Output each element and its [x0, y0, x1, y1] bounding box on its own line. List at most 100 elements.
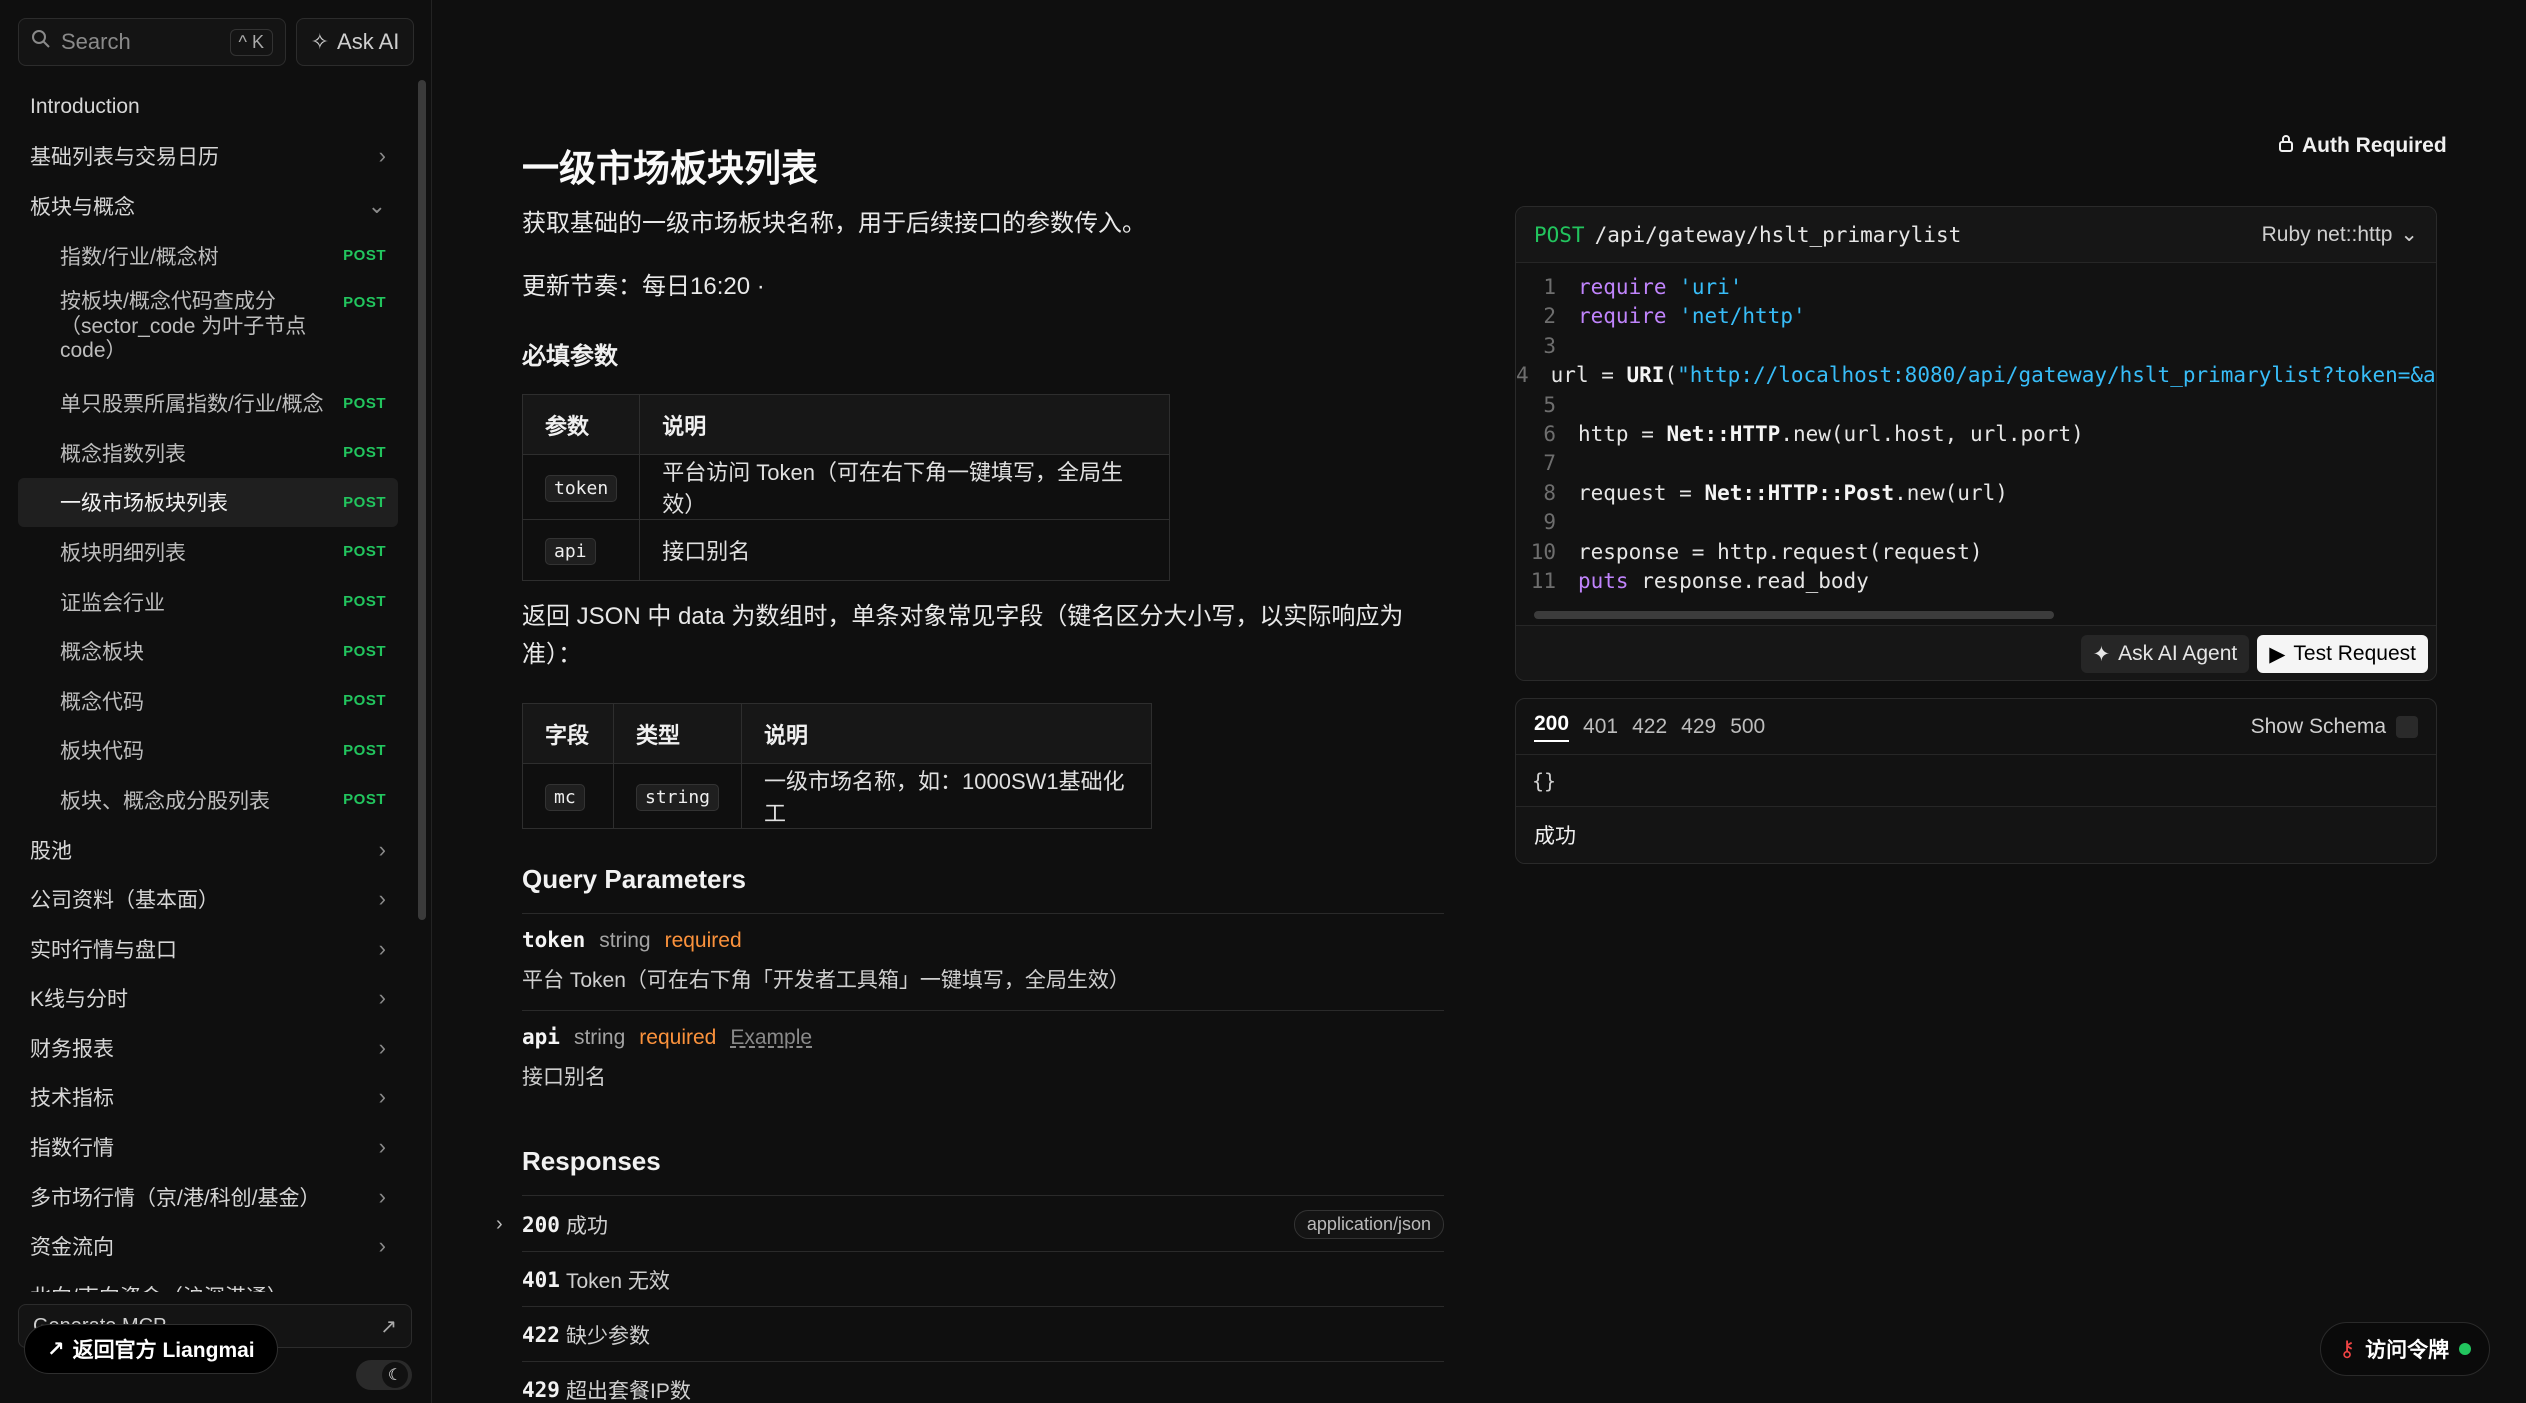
line-number: 6	[1543, 421, 1556, 446]
sidebar-group[interactable]: 公司资料（基本面） ›	[18, 874, 398, 924]
theme-toggle[interactable]: ☾	[356, 1360, 412, 1390]
nav-item-label: 资金流向	[30, 1236, 114, 1260]
sidebar-group[interactable]: 板块与概念 ⌄	[18, 181, 398, 231]
access-token-button[interactable]: ⚷ 访问令牌	[2320, 1322, 2491, 1376]
schema-checkbox[interactable]	[2396, 715, 2418, 738]
ask-ai-agent-button[interactable]: ✦ Ask AI Agent	[2080, 635, 2250, 673]
params-table: 参数 说明 token 平台访问 Token（可在右下角一键填写，全局生效） a…	[521, 394, 1170, 581]
code-header: POST /api/gateway/hslt_primarylist Ruby …	[1516, 207, 2436, 263]
tab-422[interactable]: 422	[1632, 715, 1667, 739]
sidebar-group[interactable]: K线与分时 ›	[18, 974, 398, 1024]
response-row-401[interactable]: 401 Token 无效	[522, 1252, 1444, 1307]
sidebar-group[interactable]: 多市场行情（京/港/科创/基金） ›	[18, 1172, 398, 1222]
response-desc: Token 无效	[566, 1269, 670, 1293]
sidebar-item[interactable]: 概念代码 POST	[18, 676, 398, 726]
sidebar-group[interactable]: 实时行情与盘口 ›	[18, 924, 398, 974]
nav-item-label: 多市场行情（京/港/科创/基金）	[30, 1186, 321, 1210]
line-number: 4	[1516, 363, 1529, 388]
post-badge: POST	[343, 741, 386, 759]
search-icon	[31, 29, 51, 55]
table-cell: mc	[522, 763, 614, 829]
code-line: 9	[1516, 508, 2436, 537]
nav-item-label: 板块代码	[60, 740, 144, 764]
fields-header-type: 类型	[612, 703, 743, 764]
content-type-badge: application/json	[1293, 1210, 1444, 1239]
response-code: 422	[522, 1322, 560, 1347]
sidebar-item[interactable]: 概念指数列表 POST	[18, 428, 398, 478]
code-line: 10 response = http.request(request)	[1516, 538, 2436, 567]
sparkle-icon: ✦	[2092, 642, 2111, 666]
chevron-right-icon: ›	[496, 1213, 503, 1235]
response-desc: 超出套餐IP数	[566, 1379, 691, 1403]
required-heading: 必填参数	[522, 343, 618, 370]
test-request-label: Test Request	[2293, 642, 2416, 665]
sidebar-group[interactable]: 财务报表 ›	[18, 1023, 398, 1073]
post-badge: POST	[343, 642, 386, 660]
show-schema-toggle[interactable]: Show Schema	[2251, 715, 2418, 739]
back-to-official-button[interactable]: ↗ 返回官方 Liangmai	[24, 1324, 278, 1374]
response-description: 成功	[1516, 807, 2436, 863]
query-params-heading: Query Parameters	[522, 864, 747, 894]
sidebar-item-introduction[interactable]: Introduction	[18, 82, 398, 132]
tab-200[interactable]: 200	[1534, 712, 1570, 742]
response-row-429[interactable]: 429 超出套餐IP数	[522, 1362, 1444, 1403]
chevron-right-icon: ›	[378, 836, 386, 862]
param-type: string	[599, 929, 651, 952]
sidebar-group[interactable]: 资金流向 ›	[18, 1221, 398, 1271]
nav-item-label: 概念代码	[60, 690, 144, 714]
sidebar-item[interactable]: 概念板块 POST	[18, 626, 398, 676]
tab-500[interactable]: 500	[1730, 715, 1765, 739]
query-param-api: api string required Example	[522, 1025, 812, 1050]
sidebar-group[interactable]: 基础列表与交易日历 ›	[18, 132, 398, 182]
show-schema-label: Show Schema	[2250, 714, 2386, 738]
response-row-422[interactable]: 422 缺少参数	[522, 1307, 1444, 1362]
ask-ai-button[interactable]: ✧ Ask AI	[296, 18, 414, 66]
search-input[interactable]: Search ^ K	[18, 18, 286, 66]
auth-label: Auth Required	[2302, 134, 2447, 157]
sidebar-group[interactable]: 股池 ›	[18, 825, 398, 875]
param-required: required	[664, 929, 742, 952]
code-text: require 'net/http'	[1578, 304, 1806, 329]
param-example-link[interactable]: Example	[730, 1026, 812, 1050]
tab-429[interactable]: 429	[1681, 715, 1716, 739]
sidebar-group[interactable]: 指数行情 ›	[18, 1122, 398, 1172]
param-name: api	[522, 1025, 560, 1049]
nav-item-label: 板块明细列表	[60, 541, 186, 565]
auth-required-badge: Auth Required	[2278, 134, 2447, 158]
nav-item-label: 概念板块	[60, 641, 144, 665]
code-line: 5	[1516, 391, 2436, 420]
intro-text: 获取基础的一级市场板块名称，用于后续接口的参数传入。	[522, 210, 1146, 237]
return-note: 返回 JSON 中 data 为数组时，单条对象常见字段（键名区分大小写，以实际…	[522, 603, 1404, 669]
test-request-button[interactable]: ▶ Test Request	[2257, 635, 2428, 673]
sidebar-item[interactable]: 板块明细列表 POST	[18, 527, 398, 577]
sidebar-scrollbar[interactable]	[418, 80, 426, 920]
sidebar-item[interactable]: 板块代码 POST	[18, 726, 398, 776]
sidebar-item[interactable]: 单只股票所属指数/行业/概念 POST	[18, 378, 398, 428]
sidebar-group[interactable]: 北向/南向资金（沪深港通） ›	[18, 1271, 398, 1292]
tab-401[interactable]: 401	[1583, 715, 1618, 739]
sidebar-item[interactable]: 一级市场板块列表 POST	[18, 477, 398, 528]
code-text: request = Net::HTTP::Post.new(url)	[1578, 480, 2008, 505]
moon-icon: ☾	[382, 1362, 408, 1388]
sidebar-item[interactable]: 板块、概念成分股列表 POST	[18, 775, 398, 825]
table-row: api 接口别名	[521, 519, 1170, 581]
chevron-right-icon: ›	[379, 1283, 386, 1292]
lock-icon	[2278, 134, 2294, 158]
sidebar-item[interactable]: 按板块/概念代码查成分（sector_code 为叶子节点 code） POST	[18, 280, 398, 378]
table-cell: 平台访问 Token（可在右下角一键填写，全局生效）	[639, 454, 1170, 520]
sidebar-item[interactable]: 证监会行业 POST	[18, 577, 398, 627]
code-line: 1 require 'uri'	[1516, 273, 2436, 302]
param-code: token	[545, 475, 618, 502]
sidebar: Search ^ K ✧ Ask AI Introduction 基础列表与交易日…	[0, 0, 432, 1403]
external-arrow-icon: ↗	[380, 1315, 397, 1338]
sidebar-item[interactable]: 指数/行业/概念树 POST	[18, 231, 398, 281]
nav-item-label: 按板块/概念代码查成分（sector_code 为叶子节点 code）	[60, 290, 307, 362]
line-number: 11	[1530, 568, 1556, 593]
update-text: 更新节奏：每日16:20 ·	[522, 273, 765, 300]
line-number: 10	[1530, 539, 1556, 564]
code-scrollbar[interactable]	[1534, 611, 2054, 619]
language-select[interactable]: Ruby net::http ⌄	[2262, 222, 2418, 247]
response-row-200[interactable]: › 200 成功 application/json	[496, 1197, 1444, 1252]
sidebar-group[interactable]: 技术指标 ›	[18, 1073, 398, 1123]
